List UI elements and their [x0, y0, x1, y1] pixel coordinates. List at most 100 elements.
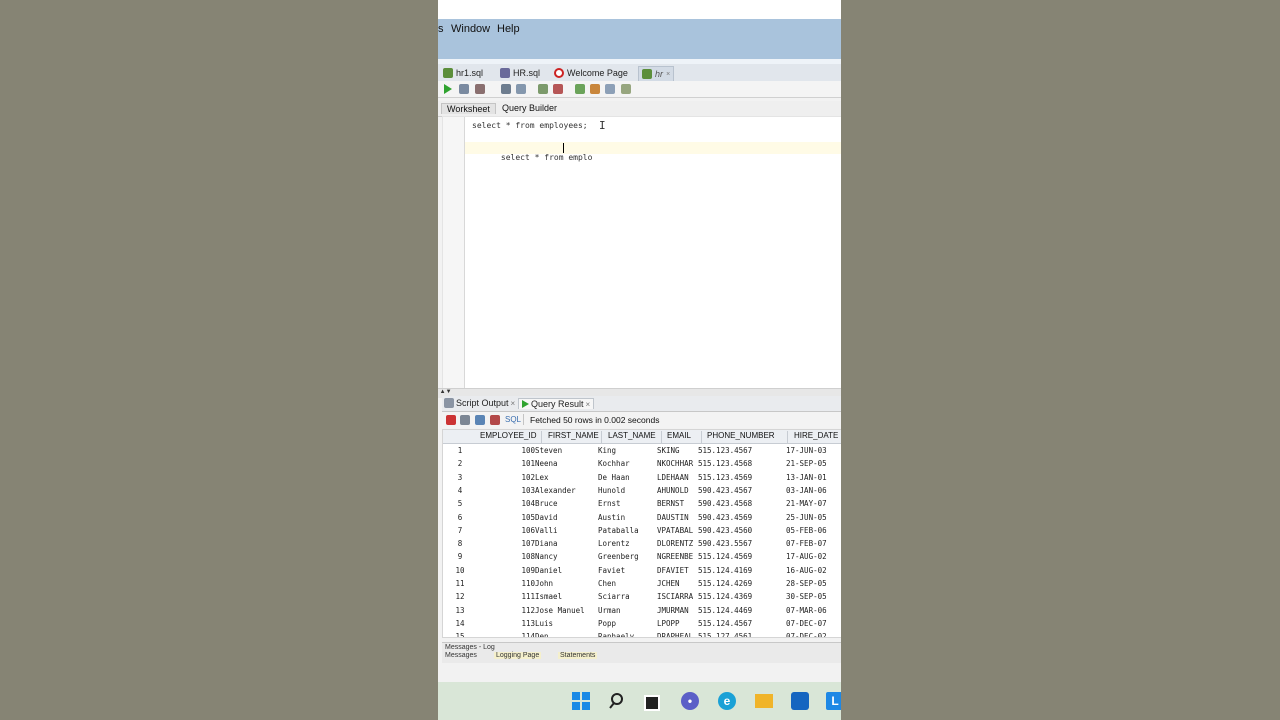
- email-cell: DLORENTZ: [657, 539, 694, 549]
- table-row[interactable]: 9 108 Nancy Greenberg NGREENBE 515.124.4569 17…: [443, 550, 841, 563]
- tab-welcome-page[interactable]: Welcome Page: [554, 66, 628, 80]
- column-header-phone-number[interactable]: PHONE_NUMBER: [701, 431, 788, 443]
- table-row[interactable]: 4 103 Alexander Hunold AHUNOLD 590.423.4567 03…: [443, 484, 841, 497]
- script-output-icon: [444, 398, 454, 408]
- table-row[interactable]: 7 106 Valli Pataballa VPATABAL 590.423.4560 05…: [443, 524, 841, 537]
- column-header-last-name[interactable]: LAST_NAME: [602, 431, 662, 443]
- clear-icon[interactable]: [590, 84, 600, 94]
- close-icon[interactable]: ×: [666, 71, 670, 78]
- phone-number-cell: 590.423.4568: [698, 499, 753, 509]
- table-row[interactable]: 6 105 David Austin DAUSTIN 590.423.4569 25-JUN…: [443, 511, 841, 524]
- email-cell: BERNST: [657, 499, 685, 509]
- tab-hr1-sql[interactable]: hr1.sql: [443, 66, 483, 80]
- column-header-employee-id[interactable]: EMPLOYEE_ID: [473, 431, 542, 443]
- sql-link[interactable]: SQL: [505, 415, 521, 424]
- employee-id-cell: 111: [521, 592, 535, 602]
- last-name-cell: Raphaely: [598, 632, 635, 638]
- first-name-cell: Steven: [535, 446, 563, 455]
- mouse-cursor-icon: I: [599, 119, 606, 132]
- tab-hr-sql[interactable]: HR.sql: [500, 66, 540, 80]
- row-number-cell: 9: [457, 552, 463, 562]
- tab-logging-page[interactable]: Logging Page: [494, 652, 542, 659]
- run-script-icon[interactable]: [459, 84, 469, 94]
- table-row[interactable]: 14 113 Luis Popp LPOPP 515.124.4567 07-DEC-07: [443, 617, 841, 630]
- hire-date-cell: 03-JAN-06: [786, 485, 827, 495]
- last-name-cell: Popp: [598, 618, 617, 628]
- employee-id-cell: 109: [521, 565, 535, 575]
- tab-query-builder[interactable]: Query Builder: [497, 103, 562, 113]
- tab-hr-connection[interactable]: hr ×: [638, 66, 675, 81]
- phone-number-cell: 515.124.4469: [698, 605, 753, 615]
- first-name-cell: Bruce: [535, 499, 558, 509]
- employee-id-cell: 113: [521, 618, 535, 628]
- last-name-cell: Urman: [598, 605, 621, 615]
- first-name-cell: Luis: [535, 618, 554, 628]
- last-name-cell: Chen: [598, 579, 617, 588]
- rollback-icon[interactable]: [553, 84, 563, 94]
- menu-item-help[interactable]: Help: [497, 23, 520, 35]
- tab-statements[interactable]: Statements: [558, 652, 598, 659]
- format-icon[interactable]: [621, 84, 631, 94]
- delete-icon[interactable]: [490, 415, 500, 425]
- history-icon[interactable]: [605, 84, 615, 94]
- table-row[interactable]: 10 109 Daniel Faviet DFAVIET 515.124.4169 16-A…: [443, 564, 841, 577]
- tab-query-result[interactable]: Query Result ×: [518, 398, 595, 409]
- table-row[interactable]: 13 112 Jose Manuel Urman JMURMAN 515.124.4469…: [443, 604, 841, 617]
- store-icon[interactable]: [791, 692, 809, 710]
- print-icon[interactable]: [460, 415, 470, 425]
- sql-file-icon: [443, 68, 453, 78]
- table-row[interactable]: 5 104 Bruce Ernst BERNST 590.423.4568 21-MAY-0…: [443, 497, 841, 510]
- edge-icon[interactable]: e: [718, 692, 736, 710]
- unshared-sql-icon[interactable]: [575, 84, 585, 94]
- email-cell: DFAVIET: [657, 565, 689, 575]
- run-statement-icon[interactable]: [444, 84, 452, 94]
- explain-plan-icon[interactable]: [501, 84, 511, 94]
- windows-start-icon[interactable]: [572, 692, 590, 710]
- table-row[interactable]: 15 114 Den Raphaely DRAPHEAL 515.127.4561 07-D…: [443, 630, 841, 638]
- column-header-email[interactable]: EMAIL: [662, 431, 702, 443]
- commit-icon[interactable]: [538, 84, 548, 94]
- table-row[interactable]: 2 101 Neena Kochhar NKOCHHAR 515.123.4568 21-S…: [443, 457, 841, 470]
- column-header-first-name[interactable]: FIRST_NAME: [542, 431, 602, 443]
- tab-script-output[interactable]: Script Output ×: [444, 398, 515, 408]
- result-toolbar: SQL Fetched 50 rows in 0.002 seconds: [442, 412, 841, 428]
- chat-icon[interactable]: •: [681, 692, 699, 710]
- connection-icon: [642, 69, 652, 79]
- table-row[interactable]: 12 111 Ismael Sciarra ISCIARRA 515.124.4369 30…: [443, 590, 841, 603]
- email-cell: LDEHAAN: [657, 472, 689, 482]
- row-number-cell: 1: [457, 446, 463, 455]
- phone-number-cell: 515.124.4369: [698, 592, 753, 602]
- refresh-icon[interactable]: [475, 415, 485, 425]
- column-header-hire-date[interactable]: HIRE_DATE: [788, 431, 841, 443]
- email-cell: VPATABAL: [657, 525, 694, 535]
- search-icon[interactable]: [609, 692, 627, 710]
- app-icon[interactable]: L: [826, 692, 841, 710]
- tab-worksheet[interactable]: Worksheet: [441, 103, 496, 114]
- menu-item-partial[interactable]: s: [438, 23, 444, 35]
- close-icon[interactable]: ×: [511, 399, 516, 408]
- fetch-status: Fetched 50 rows in 0.002 seconds: [530, 415, 660, 425]
- menu-bar: s Window Help: [438, 19, 841, 59]
- task-view-icon[interactable]: [644, 695, 660, 711]
- table-row[interactable]: 8 107 Diana Lorentz DLORENTZ 590.423.5567 07-F…: [443, 537, 841, 550]
- tab-messages[interactable]: Messages: [445, 652, 477, 659]
- autotrace-icon[interactable]: [475, 84, 485, 94]
- row-number-cell: 5: [457, 499, 463, 509]
- menu-item-window[interactable]: Window: [451, 23, 490, 35]
- employee-id-cell: 102: [521, 472, 535, 482]
- file-explorer-icon[interactable]: [755, 694, 773, 708]
- last-name-cell: Pataballa: [598, 525, 639, 535]
- phone-number-cell: 515.124.4567: [698, 618, 753, 628]
- sql-editor[interactable]: select * from employees; select * from e…: [442, 116, 841, 390]
- sql-tuning-icon[interactable]: [516, 84, 526, 94]
- table-row[interactable]: 1 100 Steven King SKING 515.123.4567 17-JUN-03: [443, 444, 841, 457]
- employee-id-cell: 106: [521, 525, 535, 535]
- pin-icon[interactable]: [446, 415, 456, 425]
- table-row[interactable]: 3 102 Lex De Haan LDEHAAN 515.123.4569 13-JAN-…: [443, 471, 841, 484]
- row-number-cell: 11: [455, 579, 465, 588]
- close-icon[interactable]: ×: [586, 400, 591, 409]
- code-line-2-text: select * from emplo: [500, 153, 593, 162]
- table-row[interactable]: 11 110 John Chen JCHEN 515.124.4269 28-SEP-05: [443, 577, 841, 590]
- run-icon: [522, 400, 529, 408]
- email-cell: SKING: [657, 446, 680, 455]
